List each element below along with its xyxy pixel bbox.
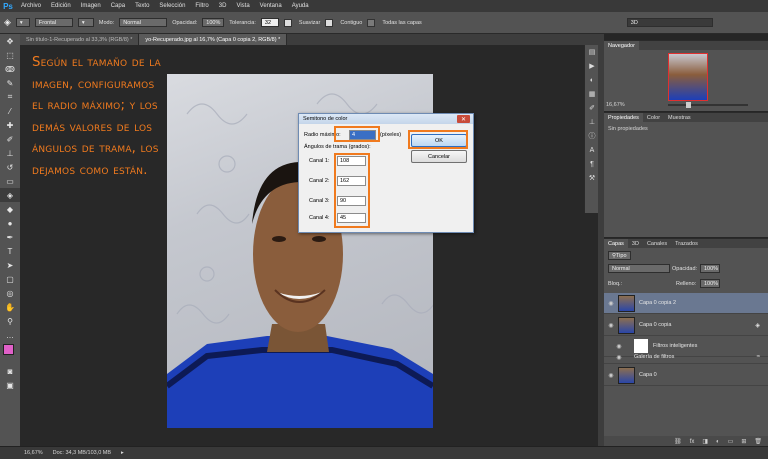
highlight-ok bbox=[408, 130, 468, 149]
layer-name[interactable]: Capa 0 bbox=[639, 372, 657, 378]
new-group-icon[interactable]: ▭ bbox=[728, 438, 734, 445]
layer-filter-value: Tipo bbox=[616, 252, 627, 259]
navigator-zoom[interactable]: 16,67% bbox=[606, 102, 625, 108]
layer-filter-select[interactable]: ⚲ Tipo bbox=[608, 251, 631, 260]
delete-layer-icon[interactable]: 🗑 bbox=[754, 438, 762, 445]
layers-panel: Capas 3D Canales Trazados ⚲ Tipo Normal … bbox=[604, 238, 768, 447]
navigator-header: Navegador bbox=[604, 41, 768, 50]
tab-propiedades[interactable]: Propiedades bbox=[604, 113, 643, 122]
canal-4-label: Canal 4: bbox=[309, 215, 330, 221]
tab-canales[interactable]: Canales bbox=[643, 241, 671, 247]
semitono-dialog: Semitono de color ✕ Radio máximo: 4 (píx… bbox=[298, 113, 474, 233]
layer-row-capa-0-copia-2[interactable]: ◉ Capa 0 copia 2 bbox=[604, 293, 768, 314]
status-arrow-icon[interactable]: ▸ bbox=[121, 450, 124, 456]
new-layer-icon[interactable]: ⊞ bbox=[741, 438, 746, 445]
layer-thumbnail bbox=[618, 316, 635, 334]
visibility-eye-icon[interactable]: ◉ bbox=[604, 300, 618, 307]
angulos-label: Ángulos de trama (grados): bbox=[304, 144, 371, 150]
canal-2-label: Canal 2: bbox=[309, 178, 330, 184]
visibility-eye-icon[interactable]: ◉ bbox=[604, 354, 634, 361]
tab-capas[interactable]: Capas bbox=[604, 239, 628, 248]
canal-1-label: Canal 1: bbox=[309, 158, 330, 164]
layer-thumbnail bbox=[618, 294, 635, 312]
highlight-canales bbox=[334, 153, 370, 228]
status-bar: 16,67% Doc: 34,3 MB/103,0 MB ▸ bbox=[0, 446, 768, 459]
smart-object-icon: ◈ bbox=[755, 322, 760, 329]
layer-row-capa-0[interactable]: ◉ Capa 0 bbox=[604, 365, 768, 386]
tab-3d[interactable]: 3D bbox=[628, 241, 643, 247]
canal-3-label: Canal 3: bbox=[309, 198, 330, 204]
visibility-eye-icon[interactable]: ◉ bbox=[604, 322, 618, 329]
layer-opacity-label: Opacidad: bbox=[672, 266, 698, 272]
tab-trazados[interactable]: Trazados bbox=[671, 241, 702, 247]
filter-gallery-label[interactable]: Galería de filtros bbox=[634, 354, 674, 360]
tool-presets-panel-icon[interactable]: ⚒ bbox=[585, 171, 599, 185]
brush-panel-icon[interactable]: ✐ bbox=[585, 101, 599, 115]
panel-icon-column: ▤ ▶ ◐ ▦ ✐ ⊥ ⓘ A ¶ ⚒ bbox=[584, 45, 599, 213]
layer-name[interactable]: Capa 0 copia 2 bbox=[639, 300, 676, 306]
layer-row-capa-0-copia[interactable]: ◉ Capa 0 copia ◈ bbox=[604, 315, 768, 336]
adjustments-panel-icon[interactable]: ◐ bbox=[585, 73, 599, 87]
lock-label: Bloq.: bbox=[608, 281, 623, 287]
smart-filters-label: Filtros inteligentes bbox=[653, 343, 698, 349]
filter-gallery-row[interactable]: ◉ Galería de filtros ≈ bbox=[604, 351, 768, 364]
layer-opacity-input[interactable]: 100% bbox=[700, 264, 720, 273]
navigator-panel: Navegador 16,67% bbox=[604, 40, 768, 111]
history-panel-icon[interactable]: ▤ bbox=[585, 45, 599, 59]
link-layers-icon[interactable]: ⛓ bbox=[674, 438, 682, 445]
adjustment-layer-icon[interactable]: ◐ bbox=[716, 439, 720, 445]
zoom-slider-handle[interactable] bbox=[686, 102, 691, 108]
layer-style-icon[interactable]: fx bbox=[690, 439, 695, 445]
tab-navegador[interactable]: Navegador bbox=[604, 41, 639, 50]
properties-empty: Sin propiedades bbox=[608, 126, 648, 132]
blend-mode-select[interactable]: Normal bbox=[608, 264, 670, 273]
layer-name[interactable]: Capa 0 copia bbox=[639, 322, 671, 328]
filter-options-icon[interactable]: ≈ bbox=[757, 354, 760, 360]
fill-label: Relleno: bbox=[676, 281, 697, 287]
navigator-zoom-slider[interactable] bbox=[668, 102, 748, 108]
layer-thumbnail bbox=[618, 366, 635, 384]
info-panel-icon[interactable]: ⓘ bbox=[585, 129, 599, 143]
add-mask-icon[interactable]: ◨ bbox=[702, 438, 708, 445]
close-icon[interactable]: ✕ bbox=[457, 115, 470, 123]
visibility-eye-icon[interactable]: ◉ bbox=[604, 372, 618, 379]
properties-panel: Propiedades Color Muestras Sin propiedad… bbox=[604, 112, 768, 237]
status-zoom[interactable]: 16,67% bbox=[24, 450, 43, 456]
cancel-button[interactable]: Cancelar bbox=[411, 150, 467, 163]
properties-header: Propiedades Color Muestras bbox=[604, 113, 768, 122]
tab-color[interactable]: Color bbox=[643, 115, 664, 121]
actions-panel-icon[interactable]: ▶ bbox=[585, 59, 599, 73]
styles-panel-icon[interactable]: ▦ bbox=[585, 87, 599, 101]
clone-source-panel-icon[interactable]: ⊥ bbox=[585, 115, 599, 129]
navigator-thumbnail[interactable] bbox=[668, 53, 708, 101]
tab-muestras[interactable]: Muestras bbox=[664, 115, 695, 121]
radio-unit: (píxeles) bbox=[380, 132, 402, 138]
dialog-title: Semitono de color bbox=[299, 114, 473, 124]
highlight-radio-maximo bbox=[334, 126, 380, 142]
status-doc-size: Doc: 34,3 MB/103,0 MB bbox=[52, 450, 112, 456]
visibility-eye-icon[interactable]: ◉ bbox=[604, 343, 634, 350]
layers-header: Capas 3D Canales Trazados bbox=[604, 239, 768, 248]
paragraph-panel-icon[interactable]: ¶ bbox=[585, 157, 599, 171]
character-panel-icon[interactable]: A bbox=[585, 143, 599, 157]
fill-input[interactable]: 100% bbox=[700, 279, 720, 288]
